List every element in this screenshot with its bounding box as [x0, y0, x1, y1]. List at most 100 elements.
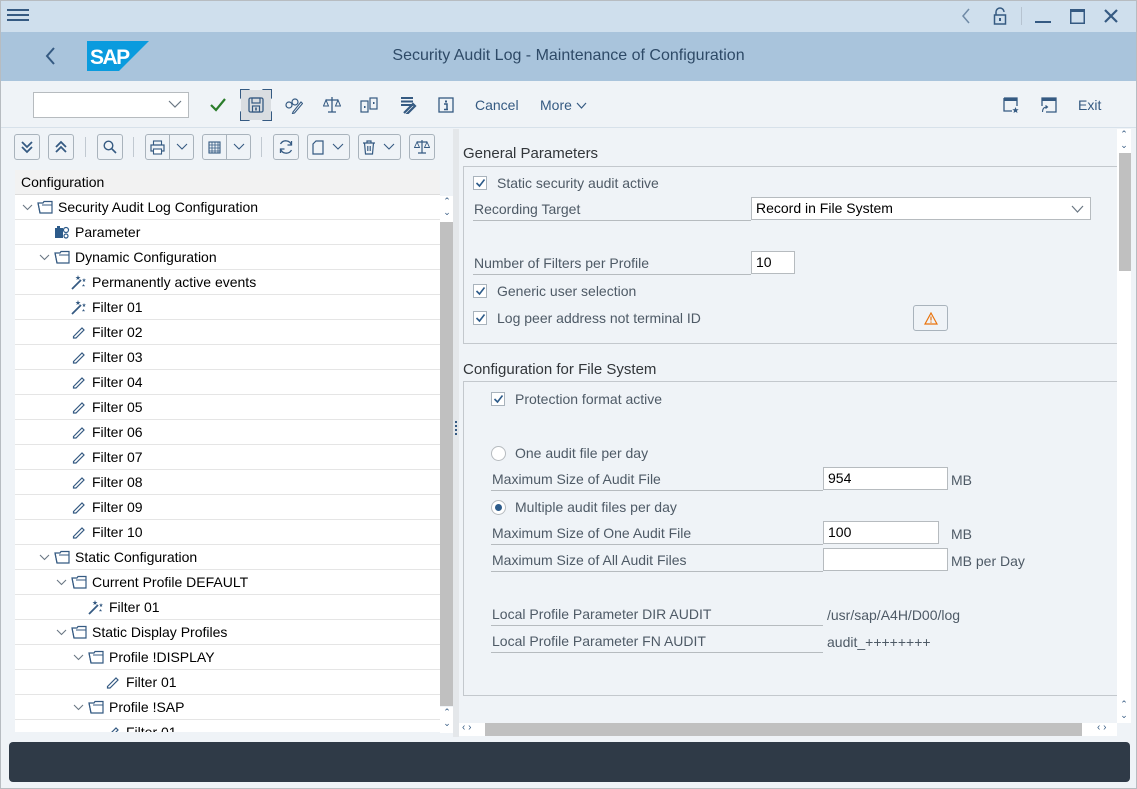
tree-node[interactable]: Static Configuration — [15, 545, 440, 570]
tree-node[interactable]: Profile !DISPLAY — [15, 645, 440, 670]
tree-node[interactable]: Filter 05 — [15, 395, 440, 420]
details-horizontal-scrollbar[interactable]: ‹ › ‹ › — [459, 722, 1117, 736]
tree-node[interactable]: Filter 07 — [15, 445, 440, 470]
max-all-files-unit: MB per Day — [951, 553, 1025, 569]
scroll-bottom-icon[interactable]: ⌃ ⌄ — [1117, 699, 1131, 723]
tree-node[interactable]: Filter 03 — [15, 345, 440, 370]
expand-chevron-icon[interactable] — [54, 625, 68, 639]
details-vertical-scrollbar[interactable]: ⌃ ⌄ ⌃ ⌄ — [1117, 129, 1131, 723]
one-file-per-day-radio[interactable] — [491, 446, 506, 461]
scroll-left-right-icon[interactable]: ‹ › — [462, 722, 471, 733]
one-file-per-day-label: One audit file per day — [515, 445, 649, 461]
tree-node[interactable]: Filter 08 — [15, 470, 440, 495]
pencil-icon — [71, 374, 87, 390]
expand-chevron-icon[interactable] — [54, 575, 68, 589]
info-icon[interactable] — [431, 90, 461, 120]
magic-wand-icon — [71, 299, 87, 315]
max-one-file-input[interactable]: 100 — [823, 521, 939, 544]
more-button[interactable]: More — [540, 97, 587, 113]
maximize-icon[interactable] — [1060, 5, 1094, 27]
expand-all-button[interactable] — [14, 134, 40, 160]
separator — [133, 137, 134, 157]
scroll-thumb[interactable] — [1119, 153, 1131, 271]
layout-menu-button[interactable] — [202, 134, 251, 160]
peer-address-checkbox[interactable] — [473, 311, 487, 325]
unlock-icon[interactable] — [983, 5, 1017, 27]
tree-node[interactable]: Filter 04 — [15, 370, 440, 395]
tree-scroll-bottom-icon[interactable]: ⌃ ⌄ — [440, 707, 454, 733]
expand-chevron-icon[interactable] — [71, 700, 85, 714]
tree-node-label: Parameter — [75, 224, 141, 240]
tree-node-label: Filter 04 — [92, 374, 143, 390]
expand-chevron-icon[interactable] — [20, 200, 34, 214]
tree-node[interactable]: Profile !SAP — [15, 695, 440, 720]
static-audit-active-checkbox[interactable] — [473, 176, 487, 190]
tree-node[interactable]: Dynamic Configuration — [15, 245, 440, 270]
exit-button[interactable]: Exit — [1078, 97, 1101, 113]
back-icon[interactable] — [949, 5, 983, 27]
tree-node[interactable]: Filter 01 — [15, 295, 440, 320]
delete-menu-button[interactable] — [358, 134, 401, 160]
tree-node[interactable]: Current Profile DEFAULT — [15, 570, 440, 595]
tree-vertical-scrollbar[interactable] — [440, 222, 453, 706]
warning-button[interactable] — [913, 305, 948, 331]
scroll-left-right-icon[interactable]: ‹ › — [1097, 722, 1106, 733]
expand-chevron-icon[interactable] — [37, 550, 51, 564]
close-icon[interactable] — [1094, 5, 1128, 27]
refresh-button[interactable] — [273, 134, 299, 160]
tree-node[interactable]: Filter 10 — [15, 520, 440, 545]
pencil-icon — [71, 524, 87, 540]
tree-node[interactable]: Security Audit Log Configuration — [15, 195, 440, 220]
tree-node[interactable]: Filter 09 — [15, 495, 440, 520]
tree-node[interactable]: Filter 01 — [15, 670, 440, 695]
tree-node[interactable]: Parameter — [15, 220, 440, 245]
cancel-button[interactable]: Cancel — [475, 97, 519, 113]
search-icon — [103, 140, 117, 154]
horizontal-scroll-thumb[interactable] — [485, 723, 1082, 736]
find-button[interactable] — [97, 134, 123, 160]
other-object-icon[interactable] — [354, 90, 384, 120]
edit-list-icon[interactable] — [393, 90, 423, 120]
expand-chevron-icon[interactable] — [71, 650, 85, 664]
pencil-icon — [71, 424, 87, 440]
compare-icon[interactable] — [317, 90, 347, 120]
compare-button[interactable] — [409, 134, 435, 160]
checkmark-icon[interactable] — [203, 90, 233, 120]
recording-target-select[interactable]: Record in File System — [751, 197, 1091, 220]
save-icon[interactable] — [241, 90, 271, 120]
tree-node[interactable]: Filter 01 — [15, 595, 440, 620]
print-menu-button[interactable] — [145, 134, 194, 160]
tree-node[interactable]: Filter 02 — [15, 320, 440, 345]
minimize-icon[interactable] — [1026, 5, 1060, 27]
tree-node[interactable]: Filter 01 — [15, 720, 440, 732]
chevron-down-icon — [332, 143, 344, 150]
new-session-icon[interactable] — [1034, 90, 1064, 120]
splitter-grip-icon[interactable] — [455, 421, 457, 437]
command-field[interactable] — [33, 92, 189, 118]
tree-scroll-up-down-icon[interactable]: ⌃ ⌄ — [440, 196, 454, 222]
max-all-files-input[interactable] — [823, 548, 948, 571]
sap-logo: SAP — [87, 41, 149, 71]
create-menu-button[interactable] — [307, 134, 350, 160]
generic-user-checkbox[interactable] — [473, 284, 487, 298]
tree-node[interactable]: Static Display Profiles — [15, 620, 440, 645]
display-change-icon[interactable] — [279, 90, 309, 120]
separator — [261, 137, 262, 157]
customize-layout-icon[interactable] — [996, 90, 1026, 120]
hamburger-menu-icon[interactable] — [7, 6, 29, 26]
filters-per-profile-input[interactable]: 10 — [751, 251, 795, 274]
chevron-down-icon — [383, 143, 395, 150]
protection-format-checkbox[interactable] — [491, 392, 505, 406]
tree-node[interactable]: Permanently active events — [15, 270, 440, 295]
tree-node[interactable]: Filter 06 — [15, 420, 440, 445]
max-audit-file-input[interactable]: 954 — [823, 467, 948, 490]
back-arrow-icon[interactable] — [41, 45, 61, 67]
collapse-all-button[interactable] — [48, 134, 74, 160]
expand-chevron-icon[interactable] — [37, 250, 51, 264]
scroll-up-down-icon[interactable]: ⌃ ⌄ — [1117, 129, 1131, 153]
multiple-files-per-day-radio[interactable] — [491, 500, 506, 515]
tree-node-label: Filter 01 — [126, 724, 177, 732]
